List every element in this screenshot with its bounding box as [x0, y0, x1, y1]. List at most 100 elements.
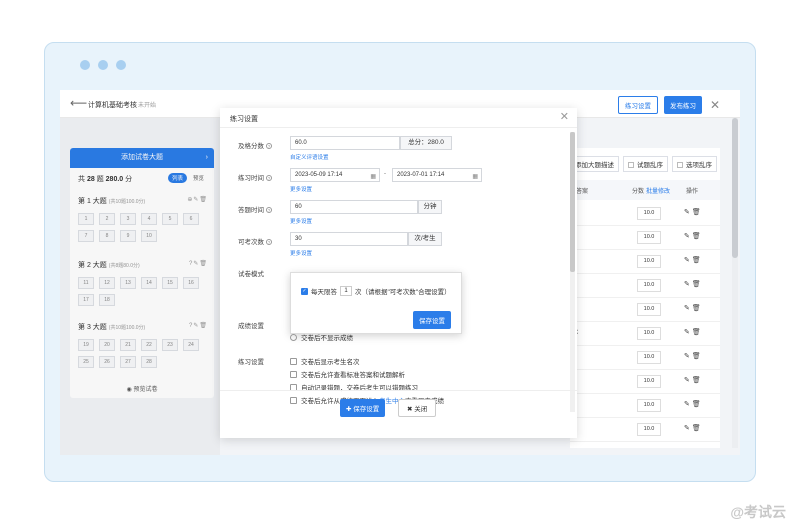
- attempts-more-link[interactable]: 更多设置: [290, 249, 312, 257]
- trash-icon[interactable]: 🗑: [692, 257, 701, 264]
- duration-more-link[interactable]: 更多设置: [290, 217, 312, 225]
- table-header: 准答案 分数 批量修改 操作: [570, 180, 720, 200]
- trash-icon[interactable]: 🗑: [692, 401, 701, 408]
- duration-label: 答题时间?: [238, 204, 272, 214]
- score-input[interactable]: 10.0: [637, 351, 661, 364]
- end-time-value: 2023-07-01 17:14: [397, 172, 445, 178]
- trash-icon[interactable]: 🗑: [692, 425, 701, 432]
- help-icon[interactable]: ?: [266, 175, 272, 181]
- trash-icon[interactable]: 🗑: [692, 329, 701, 336]
- publish-button[interactable]: 发布练习: [663, 96, 702, 114]
- edit-icon[interactable]: ✎: [684, 233, 692, 240]
- table-row: 10.0 ✎ 🗑: [570, 274, 720, 298]
- attempts-input[interactable]: 30: [290, 232, 408, 246]
- duration-input[interactable]: 60: [290, 200, 418, 214]
- score-input[interactable]: 10.0: [637, 255, 661, 268]
- score-input[interactable]: 10.0: [637, 375, 661, 388]
- row-actions: ✎ 🗑: [684, 400, 701, 408]
- mode-label: 试卷模式: [238, 271, 264, 278]
- modal-backdrop: [60, 118, 220, 455]
- table-toolbar: 添加大题描述 试题乱序 选项乱序: [570, 156, 717, 172]
- trash-icon[interactable]: 🗑: [692, 209, 701, 216]
- check-icon[interactable]: ✓: [301, 287, 308, 295]
- edit-icon[interactable]: ✎: [684, 305, 692, 312]
- daily-limit-prefix: 每天限答: [311, 289, 337, 296]
- table-row: 10.0 ✎ 🗑: [570, 298, 720, 322]
- close-dialog-button[interactable]: ✖ 关闭: [398, 399, 437, 417]
- show-answer-checkbox[interactable]: 交卷后允许查看标准答案和试题解析: [290, 369, 405, 379]
- checkbox-icon: [677, 162, 683, 168]
- row-actions: ✎ 🗑: [684, 232, 701, 240]
- end-time-input[interactable]: 2023-07-01 17:14 ▦: [392, 168, 482, 182]
- shuffle-questions-checkbox[interactable]: 试题乱序: [623, 156, 668, 172]
- time-more-link[interactable]: 更多设置: [290, 185, 312, 193]
- edit-icon[interactable]: ✎: [684, 401, 692, 408]
- popover-save-button[interactable]: 保存设置: [413, 311, 451, 329]
- save-settings-label: 保存设置: [353, 406, 380, 413]
- daily-limit-row: ✓ 每天限答 1 次（请根据"可考次数"合理设置）: [301, 286, 451, 296]
- total-score-addon: 总分：280.0: [400, 136, 452, 150]
- dialog-body: 及格分数? 60.0 总分：280.0 自定义评语设置 练习时间? 2023-0…: [220, 128, 577, 405]
- add-description-button[interactable]: 添加大题描述: [570, 156, 619, 172]
- help-icon[interactable]: ?: [266, 239, 272, 245]
- practice-settings-button[interactable]: 练习设置: [617, 96, 658, 114]
- page-scroll-thumb[interactable]: [732, 118, 738, 258]
- window-dot: [80, 60, 90, 70]
- trash-icon[interactable]: 🗑: [692, 377, 701, 384]
- edit-icon[interactable]: ✎: [684, 329, 692, 336]
- help-icon[interactable]: ?: [266, 207, 272, 213]
- col-ops: 操作: [686, 189, 699, 195]
- exam-status: 未开始: [138, 103, 157, 109]
- page-scrollbar[interactable]: [732, 118, 738, 448]
- trash-icon[interactable]: 🗑: [692, 281, 701, 288]
- edit-icon[interactable]: ✎: [684, 281, 692, 288]
- row-actions: ✎ 🗑: [684, 256, 701, 264]
- back-arrow-icon[interactable]: ⟵: [70, 96, 87, 110]
- edit-icon[interactable]: ✎: [684, 209, 692, 216]
- close-icon[interactable]: ✕: [710, 98, 720, 112]
- close-icon[interactable]: ✕: [560, 110, 569, 123]
- app-window: ⟵ 计算机基础考核 未开始 练习设置 发布练习 ✕ 添加试卷大题 › 共 28 …: [60, 90, 740, 455]
- score-input[interactable]: 10.0: [637, 423, 661, 436]
- daily-limit-input[interactable]: 1: [340, 286, 352, 296]
- duration-label-text: 答题时间: [238, 207, 264, 214]
- dialog-title: 练习设置: [230, 116, 258, 123]
- close-dialog-label: 关闭: [414, 406, 428, 413]
- custom-comment-link[interactable]: 自定义评语设置: [290, 153, 329, 161]
- practice-setting-label: 练习设置: [238, 359, 264, 366]
- exam-title: 计算机基础考核: [88, 102, 137, 109]
- help-icon[interactable]: ?: [266, 143, 272, 149]
- show-rank-checkbox[interactable]: 交卷后显示考生名次: [290, 356, 360, 366]
- row-actions: ✎ 🗑: [684, 280, 701, 288]
- score-input[interactable]: 10.0: [637, 327, 661, 340]
- edit-icon[interactable]: ✎: [684, 257, 692, 264]
- pass-score-input[interactable]: 60.0: [290, 136, 400, 150]
- edit-icon[interactable]: ✎: [684, 425, 692, 432]
- trash-icon[interactable]: 🗑: [692, 305, 701, 312]
- trash-icon[interactable]: 🗑: [692, 233, 701, 240]
- shuffle-questions-label: 试题乱序: [637, 162, 663, 169]
- table-row: 10.0 ✎ 🗑: [570, 250, 720, 274]
- score-input[interactable]: 10.0: [637, 231, 661, 244]
- save-settings-button[interactable]: ✚ 保存设置: [340, 399, 386, 417]
- checkbox-icon: [290, 370, 297, 378]
- radio-icon: [290, 333, 297, 341]
- hide-score-radio[interactable]: 交卷后不显示成绩: [290, 332, 353, 342]
- window-dot: [98, 60, 108, 70]
- calendar-icon: ▦: [472, 174, 478, 180]
- score-input[interactable]: 10.0: [637, 279, 661, 292]
- score-input[interactable]: 10.0: [637, 399, 661, 412]
- practice-time-label-text: 练习时间: [238, 175, 264, 182]
- score-input[interactable]: 10.0: [637, 207, 661, 220]
- shuffle-options-checkbox[interactable]: 选项乱序: [672, 156, 717, 172]
- edit-icon[interactable]: ✎: [684, 353, 692, 360]
- table-row: 10.0 ✎ 🗑: [570, 346, 720, 370]
- score-input[interactable]: 10.0: [637, 303, 661, 316]
- attempts-unit: 次/考生: [408, 232, 442, 246]
- show-answer-label: 交卷后允许查看标准答案和试题解析: [301, 372, 405, 379]
- batch-edit-link[interactable]: 批量修改: [646, 186, 670, 195]
- start-time-input[interactable]: 2023-05-09 17:14 ▦: [290, 168, 380, 182]
- trash-icon[interactable]: 🗑: [692, 353, 701, 360]
- score-setting-label: 成绩设置: [238, 323, 264, 330]
- edit-icon[interactable]: ✎: [684, 377, 692, 384]
